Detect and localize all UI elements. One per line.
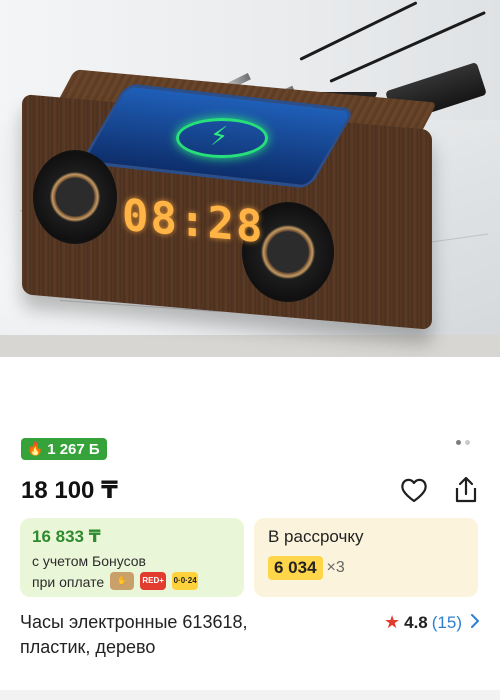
payment-note: при оплате [32, 574, 105, 590]
star-icon: ★ [383, 612, 401, 632]
installment-title: В рассрочку [268, 527, 364, 546]
flame-icon: 🔥 [27, 441, 44, 456]
bonus-badge: 🔥 1 267 Б [21, 438, 107, 460]
bonus-amount: 1 267 Б [47, 440, 100, 458]
image-bottom-strip [0, 335, 500, 357]
product-actions [399, 475, 481, 505]
product-title: Часы электронные 613618, пластик, дерево [20, 612, 248, 657]
favorite-heart-icon[interactable] [399, 475, 429, 505]
chevron-right-icon [470, 612, 480, 633]
bonus-note: с учетом Бонусов [32, 553, 146, 569]
section-divider [0, 690, 500, 700]
installment-card[interactable]: В рассрочку 6 034 ×3 [254, 518, 478, 597]
installment-amount: 6 034 [268, 556, 323, 580]
rating-link[interactable]: ★ 4.8 (15) [384, 610, 480, 635]
carousel-dot-active [456, 440, 461, 445]
carousel-indicator [456, 440, 470, 445]
price-row: 18 100 ₸ [21, 474, 481, 506]
bonus-price: 16 833 ₸ [32, 527, 101, 546]
installment-multiplier: ×3 [326, 559, 345, 576]
rating-value: 4.8 [404, 612, 428, 632]
installment-chip: 0·0·24 [172, 571, 199, 590]
product-title-row: Часы электронные 613618, пластик, дерево… [20, 610, 480, 660]
bonus-price-card[interactable]: 16 833 ₸ с учетом Бонусов при оплате ✋ R… [20, 518, 244, 597]
product-image[interactable]: ⚡ 08:28 [0, 0, 500, 357]
carousel-dot [465, 440, 470, 445]
left-speaker [33, 150, 117, 244]
red-plus-chip: RED+ [140, 571, 167, 590]
share-icon[interactable] [451, 475, 481, 505]
payment-methods: при оплате ✋ RED+ 0·0·24 [32, 570, 232, 591]
lightning-icon: ⚡ [210, 121, 229, 151]
product-price: 18 100 ₸ [21, 476, 118, 504]
reviews-count: (15) [431, 612, 462, 632]
gold-card-icon: ✋ [110, 571, 135, 590]
